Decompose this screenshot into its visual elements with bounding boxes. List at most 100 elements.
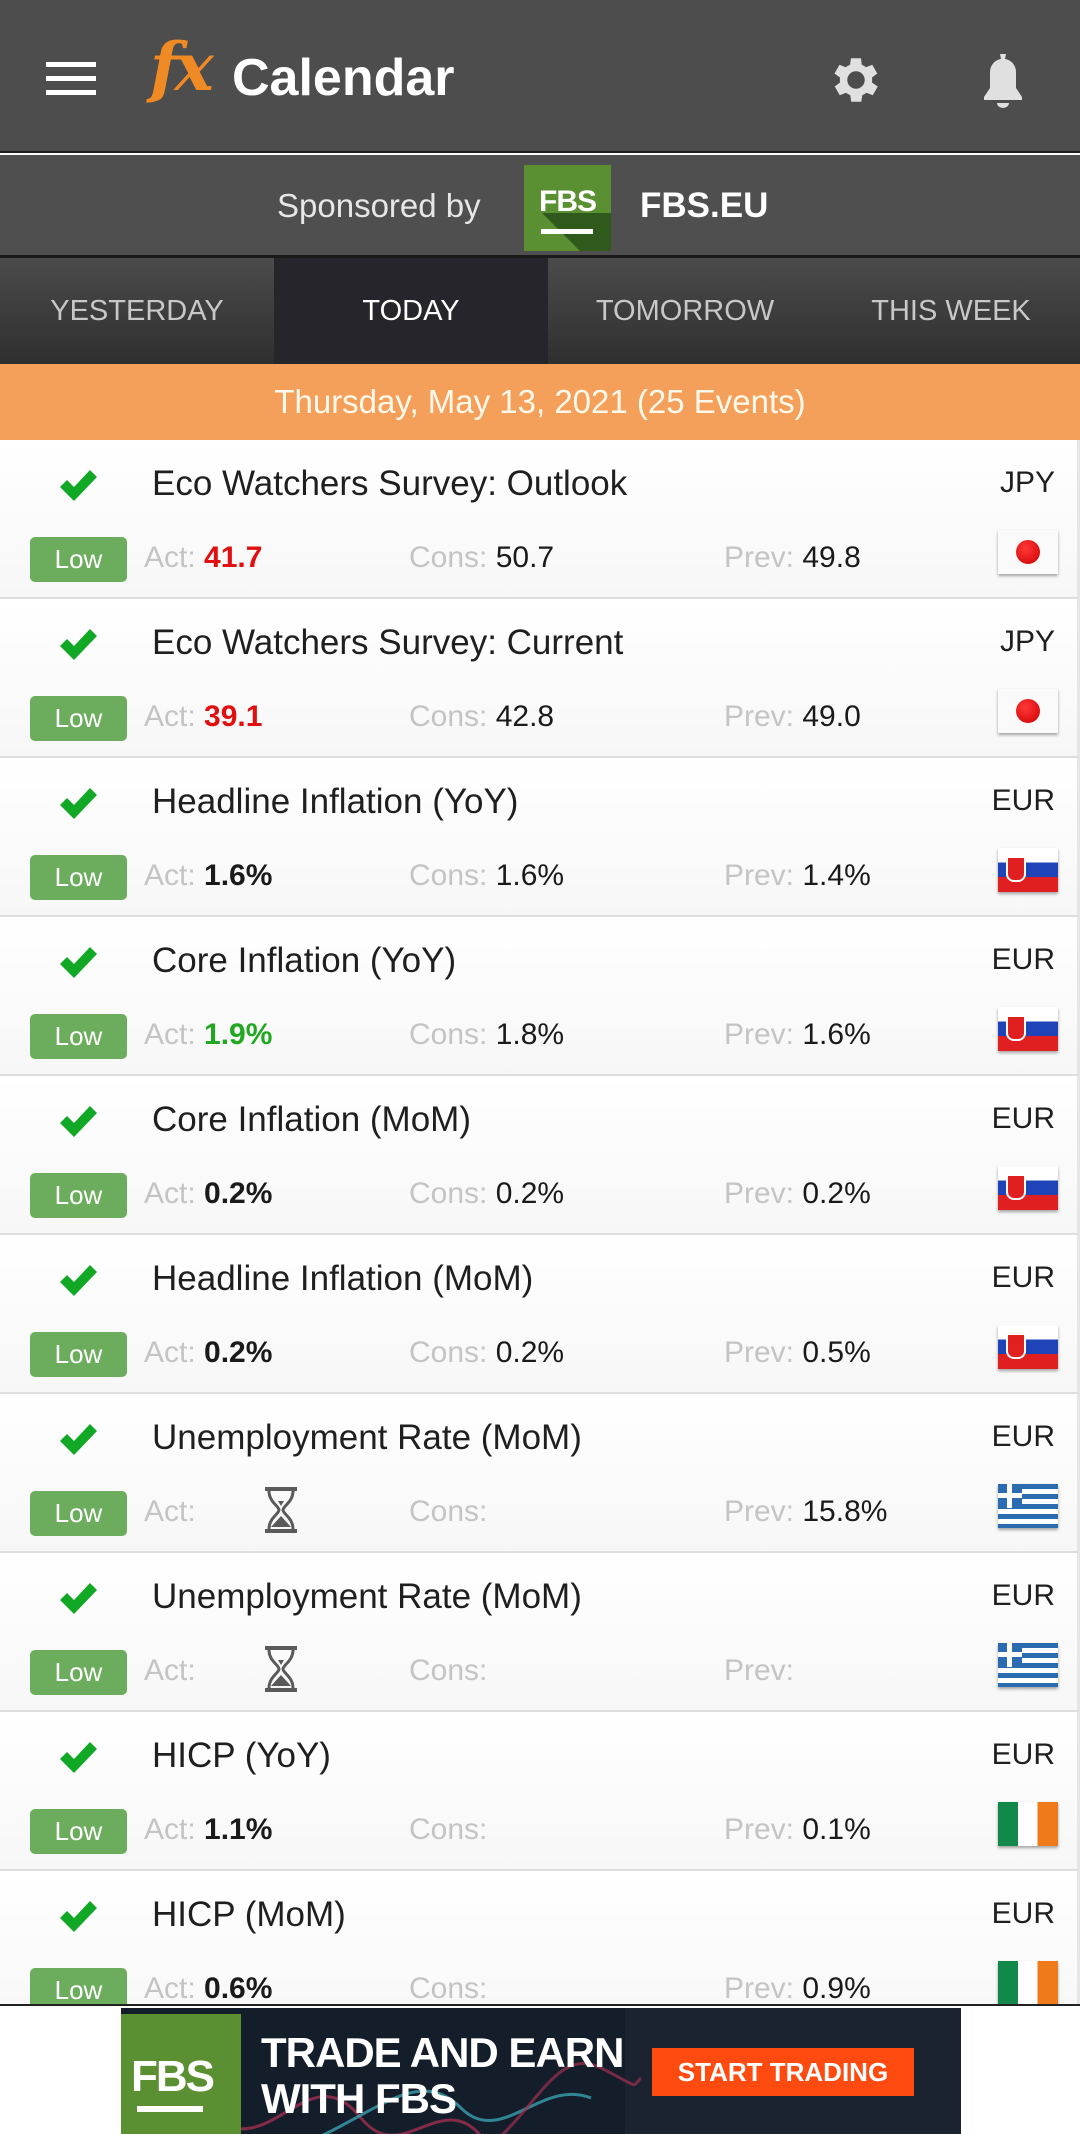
actual-label: Act: — [144, 1177, 196, 1210]
fbs-logo[interactable]: FBS — [524, 165, 611, 251]
previous-field: Prev: 0.5% — [724, 1336, 871, 1370]
actual-value: 41.7 — [204, 541, 263, 574]
gear-icon[interactable] — [826, 50, 886, 110]
sponsor-bar: Sponsored by FBS FBS.EU — [0, 155, 1080, 258]
check-icon — [60, 1265, 97, 1296]
previous-field: Prev: 1.6% — [724, 1018, 871, 1052]
previous-value: 15.8% — [802, 1495, 888, 1528]
actual-label: Act: — [144, 1018, 196, 1051]
event-row[interactable]: Headline Inflation (YoY) EUR Low Act: 1.… — [0, 758, 1080, 917]
day-tabs: YESTERDAY TODAY TOMORROW THIS WEEK — [0, 258, 1080, 364]
previous-label: Prev: — [724, 700, 795, 733]
impact-badge: Low — [30, 855, 127, 900]
previous-label: Prev: — [724, 1972, 795, 2005]
event-title: Eco Watchers Survey: Current — [152, 623, 624, 662]
hamburger-menu-icon[interactable] — [46, 60, 96, 96]
consensus-label: Cons: — [409, 541, 488, 574]
check-icon — [60, 947, 97, 978]
actual-value: 39.1 — [204, 700, 263, 733]
ad-headline-line1: TRADE AND EARN — [261, 2029, 624, 2076]
event-currency: EUR — [991, 1261, 1055, 1294]
flag-japan-icon — [998, 689, 1058, 733]
flag-slovakia-icon — [998, 1325, 1058, 1369]
actual-value: 0.2% — [204, 1177, 273, 1210]
previous-value: 1.4% — [802, 859, 871, 892]
previous-value: 0.2% — [802, 1177, 871, 1210]
app-screen: fx Calendar Sponsored by FBS FBS.EU YEST… — [0, 0, 1080, 2134]
event-row[interactable]: Eco Watchers Survey: Current JPY Low Act… — [0, 599, 1080, 758]
consensus-label: Cons: — [409, 1495, 488, 1528]
event-row[interactable]: Unemployment Rate (MoM) EUR Low Act: Con… — [0, 1394, 1080, 1553]
tab-this-week[interactable]: THIS WEEK — [822, 258, 1080, 364]
actual-field: Act: 0.2% — [144, 1177, 272, 1211]
previous-label: Prev: — [724, 1813, 795, 1846]
event-row[interactable]: Unemployment Rate (MoM) EUR Low Act: Con… — [0, 1553, 1080, 1712]
previous-value: 0.1% — [802, 1813, 871, 1846]
ad-banner-content[interactable]: FBS TRADE AND EARN WITH FBS START TRADIN… — [121, 2008, 961, 2134]
check-icon — [60, 788, 97, 819]
event-row[interactable]: Core Inflation (MoM) EUR Low Act: 0.2% C… — [0, 1076, 1080, 1235]
actual-label: Act: — [144, 1654, 196, 1687]
ad-banner: FBS TRADE AND EARN WITH FBS START TRADIN… — [0, 2004, 1080, 2134]
actual-field: Act: 0.2% — [144, 1336, 272, 1370]
actual-label: Act: — [144, 700, 196, 733]
previous-label: Prev: — [724, 1336, 795, 1369]
event-currency: JPY — [999, 466, 1055, 499]
flag-greece-icon — [998, 1484, 1058, 1528]
actual-label: Act: — [144, 1336, 196, 1369]
consensus-value: 1.6% — [495, 859, 565, 892]
sponsor-link[interactable]: FBS.EU — [640, 186, 768, 226]
consensus-value: 42.8 — [495, 700, 555, 733]
ad-fbs-logo: FBS — [121, 2014, 241, 2134]
start-trading-button[interactable]: START TRADING — [652, 2048, 914, 2096]
actual-field: Act: 39.1 — [144, 700, 262, 734]
previous-value: 49.0 — [802, 700, 861, 733]
previous-label: Prev: — [724, 1177, 795, 1210]
event-title: Headline Inflation (YoY) — [152, 782, 519, 821]
consensus-field: Cons: 42.8 — [409, 700, 554, 734]
consensus-label: Cons: — [409, 859, 488, 892]
check-icon — [60, 629, 97, 660]
consensus-field: Cons: 1.8% — [409, 1018, 564, 1052]
event-title: Core Inflation (MoM) — [152, 1100, 471, 1139]
tab-today[interactable]: TODAY — [274, 258, 548, 364]
impact-badge: Low — [30, 1173, 127, 1218]
consensus-label: Cons: — [409, 1177, 488, 1210]
previous-label: Prev: — [724, 541, 795, 574]
app-logo: fx — [150, 28, 214, 106]
consensus-value: 0.2% — [495, 1177, 565, 1210]
actual-label: Act: — [144, 1972, 196, 2005]
ad-headline-line2: WITH FBS — [261, 2075, 457, 2122]
actual-field: Act: — [144, 1495, 196, 1529]
impact-badge: Low — [30, 537, 127, 582]
impact-badge: Low — [30, 1491, 127, 1536]
previous-field: Prev: 49.0 — [724, 700, 861, 734]
ad-headline: TRADE AND EARN WITH FBS — [261, 2029, 624, 2122]
event-row[interactable]: Core Inflation (YoY) EUR Low Act: 1.9% C… — [0, 917, 1080, 1076]
check-icon — [60, 470, 97, 501]
consensus-label: Cons: — [409, 1972, 488, 2005]
actual-field: Act: 1.9% — [144, 1018, 272, 1052]
previous-field: Prev: 49.8 — [724, 541, 861, 575]
impact-badge: Low — [30, 1809, 127, 1854]
event-title: Headline Inflation (MoM) — [152, 1259, 534, 1298]
previous-field: Prev: 15.8% — [724, 1495, 887, 1529]
event-title: Unemployment Rate (MoM) — [152, 1418, 582, 1457]
flag-slovakia-icon — [998, 1007, 1058, 1051]
bell-icon[interactable] — [980, 52, 1026, 110]
actual-field: Act: 1.6% — [144, 859, 272, 893]
consensus-label: Cons: — [409, 700, 488, 733]
event-title: Core Inflation (YoY) — [152, 941, 457, 980]
event-currency: EUR — [991, 943, 1055, 976]
actual-value: 0.6% — [204, 1972, 273, 2005]
tab-yesterday[interactable]: YESTERDAY — [0, 258, 274, 364]
event-row[interactable]: Eco Watchers Survey: Outlook JPY Low Act… — [0, 440, 1080, 599]
consensus-label: Cons: — [409, 1018, 488, 1051]
actual-label: Act: — [144, 859, 196, 892]
event-row[interactable]: HICP (YoY) EUR Low Act: 1.1% Cons: Prev:… — [0, 1712, 1080, 1871]
tab-tomorrow[interactable]: TOMORROW — [548, 258, 822, 364]
flag-greece-icon — [998, 1643, 1058, 1687]
event-row[interactable]: Headline Inflation (MoM) EUR Low Act: 0.… — [0, 1235, 1080, 1394]
check-icon — [60, 1583, 97, 1614]
consensus-value: 1.8% — [495, 1018, 565, 1051]
